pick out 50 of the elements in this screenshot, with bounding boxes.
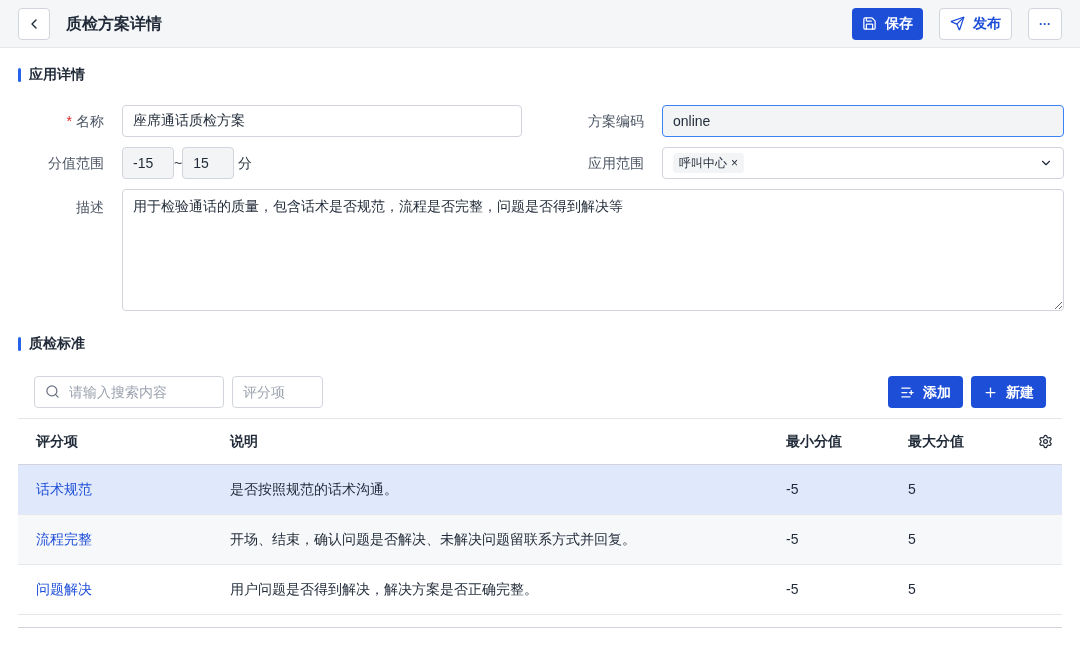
column-header: 说明 [230,432,259,451]
column-header: 评分项 [36,432,79,451]
table-cell-text: 用户问题是否得到解决，解决方案是否正确完整。 [230,580,539,599]
field-label: 分值范围 [47,153,105,173]
field-label: 方案编码 [587,111,645,131]
plus-icon [983,384,998,400]
table-cell-text: -5 [786,480,800,499]
field-label: 描述 [75,198,105,217]
table-cell-text: 5 [908,580,917,599]
table-row[interactable]: 流程完整 开场、结束，确认问题是否解决、未解决问题留联系方式并回复。 -5 5 [18,515,1062,565]
name-field[interactable]: 座席通话质检方案 [122,105,522,137]
table-cell-text: 是否按照规范的话术沟通。 [230,480,399,499]
new-button[interactable]: 新建 [971,376,1046,408]
column-header: 最大分值 [908,432,965,451]
save-button[interactable]: 保存 [852,7,923,40]
save-icon [862,16,877,31]
publish-button[interactable]: 发布 [939,7,1012,40]
table-row[interactable]: 话术规范 是否按照规范的话术沟通。 -5 5 [18,465,1062,515]
table-cell-text: 5 [908,480,917,499]
search-field[interactable]: 请输入搜索内容 [34,376,224,408]
column-header: 最小分值 [786,432,843,451]
min-score-field[interactable]: -15 [122,147,174,179]
description-field[interactable]: 用于检验通话的质量，包含话术是否规范，流程是否完整，问题是否得到解决等 [122,189,1064,311]
add-button[interactable]: 添加 [888,376,963,408]
unit-label: 分 [238,153,253,173]
field-label: 名称 [76,111,104,131]
table-cell-text: -5 [786,530,800,549]
tag-label: 呼叫中心 [679,155,727,172]
scope-select[interactable]: 呼叫中心 × [662,147,1064,179]
item-link[interactable]: 问题解决 [36,579,230,600]
max-score-field[interactable]: 15 [182,147,235,179]
list-add-icon [900,384,915,400]
more-button[interactable]: ··· [1028,7,1062,40]
section-title: 应用详情 [29,65,85,84]
item-link[interactable]: 话术规范 [36,479,230,500]
settings-icon[interactable] [1038,434,1053,449]
send-icon [950,16,965,31]
code-field[interactable]: online [662,105,1064,137]
table-cell-text: -5 [786,580,800,599]
table-cell-text: 5 [908,530,917,549]
filter-field[interactable]: 评分项 [232,376,323,408]
section-title: 质检标准 [29,334,85,353]
tag-remove[interactable]: × [731,154,738,172]
required-mark: * [66,111,72,131]
table-cell-text: 开场、结束，确认问题是否解决、未解决问题留联系方式并回复。 [230,530,637,549]
range-separator: ~ [174,153,183,173]
item-link[interactable]: 流程完整 [36,529,230,550]
search-icon [45,384,60,399]
field-label: 应用范围 [587,153,645,173]
page-title: 质检方案详情 [66,13,163,34]
